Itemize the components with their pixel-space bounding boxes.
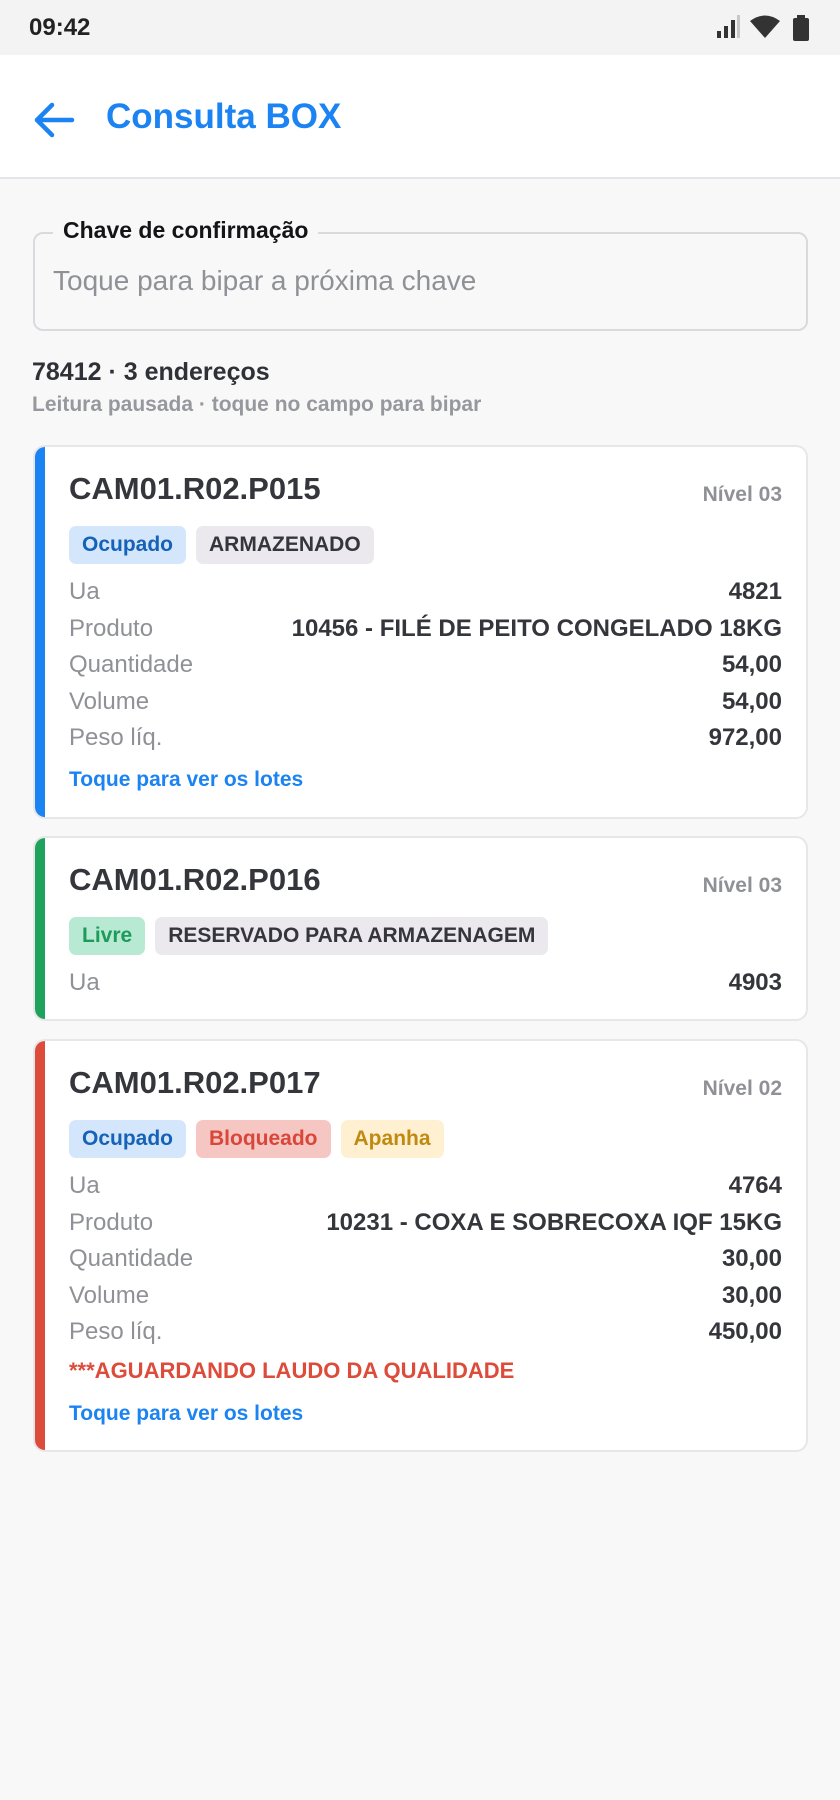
- arrow-left-icon: [34, 102, 75, 138]
- detail-row: Produto 10231 - COXA E SOBRECOXA IQF 15K…: [69, 1205, 782, 1242]
- wifi-icon: [750, 15, 780, 39]
- confirmation-key-input[interactable]: [53, 256, 788, 306]
- detail-row: Ua 4764: [69, 1168, 782, 1205]
- status-badge-occupied: Ocupado: [69, 526, 187, 564]
- row-label: Peso líq.: [69, 724, 163, 752]
- signal-icon: [716, 15, 740, 39]
- address-card[interactable]: CAM01.R02.P016 Nível 03 Livre RESERVADO …: [33, 836, 808, 1021]
- row-label: Produto: [69, 1208, 154, 1236]
- card-accent-bar: [35, 447, 45, 817]
- detail-rows: Ua 4821 Produto 10456 - FILÉ DE PEITO CO…: [69, 574, 782, 757]
- detail-row: Produto 10456 - FILÉ DE PEITO CONGELADO …: [69, 611, 782, 648]
- level-label: Nível 02: [702, 1077, 782, 1100]
- detail-row: Volume 54,00: [69, 684, 782, 721]
- row-value: 4821: [728, 578, 782, 606]
- status-badge-picking: Apanha: [340, 1120, 444, 1158]
- status-bar: 09:42: [0, 0, 840, 55]
- address-code: CAM01.R02.P017: [69, 1065, 321, 1100]
- row-value: 54,00: [721, 687, 782, 715]
- address-card[interactable]: CAM01.R02.P015 Nível 03 Ocupado ARMAZENA…: [33, 445, 808, 819]
- row-label: Quantidade: [69, 1245, 194, 1273]
- badge-group: Livre RESERVADO PARA ARMAZENAGEM: [69, 917, 549, 955]
- back-button[interactable]: [28, 93, 82, 147]
- row-value: 4903: [728, 969, 782, 997]
- address-card[interactable]: CAM01.R02.P017 Nível 02 Ocupado Bloquead…: [33, 1039, 808, 1452]
- card-accent-bar: [35, 1041, 45, 1450]
- view-lots-link[interactable]: Toque para ver os lotes: [69, 1402, 303, 1426]
- status-badge-reserved: RESERVADO PARA ARMAZENAGEM: [155, 917, 549, 955]
- view-lots-link[interactable]: Toque para ver os lotes: [69, 768, 303, 792]
- badge-group: Ocupado Bloqueado Apanha: [69, 1120, 444, 1158]
- address-code: CAM01.R02.P016: [69, 862, 321, 897]
- detail-row: Quantidade 54,00: [69, 647, 782, 684]
- confirmation-key-label: Chave de confirmação: [53, 217, 319, 244]
- row-value: 10231 - COXA E SOBRECOXA IQF 15KG: [326, 1208, 782, 1236]
- battery-icon: [792, 15, 810, 41]
- level-label: Nível 03: [702, 874, 782, 897]
- row-label: Quantidade: [69, 651, 194, 679]
- status-badge-occupied: Ocupado: [69, 1120, 187, 1158]
- row-label: Ua: [69, 969, 100, 997]
- detail-row: Volume 30,00: [69, 1278, 782, 1315]
- row-value: 4764: [728, 1172, 782, 1200]
- detail-rows: Ua 4764 Produto 10231 - COXA E SOBRECOXA…: [69, 1168, 782, 1351]
- row-label: Ua: [69, 1172, 100, 1200]
- row-value: 972,00: [708, 724, 782, 752]
- summary-status: Leitura pausada · toque no campo para bi…: [32, 393, 482, 416]
- confirmation-key-field[interactable]: Chave de confirmação: [33, 217, 808, 331]
- status-badge-stored: ARMAZENADO: [196, 526, 374, 564]
- detail-row: Quantidade 30,00: [69, 1241, 782, 1278]
- row-value: 54,00: [721, 651, 782, 679]
- badge-group: Ocupado ARMAZENADO: [69, 526, 374, 564]
- page-title: Consulta BOX: [106, 97, 342, 136]
- row-value: 10456 - FILÉ DE PEITO CONGELADO 18KG: [291, 614, 782, 642]
- detail-rows: Ua 4903: [69, 965, 782, 1002]
- level-label: Nível 03: [702, 483, 782, 506]
- detail-row: Peso líq. 450,00: [69, 1314, 782, 1351]
- status-badge-free: Livre: [69, 917, 146, 955]
- address-code: CAM01.R02.P015: [69, 471, 321, 506]
- row-value: 450,00: [708, 1318, 782, 1346]
- row-label: Ua: [69, 578, 100, 606]
- detail-row: Ua 4903: [69, 965, 782, 1002]
- summary-line: 78412 · 3 endereços: [32, 358, 270, 386]
- row-label: Volume: [69, 687, 150, 715]
- status-badge-blocked: Bloqueado: [196, 1120, 331, 1158]
- row-value: 30,00: [721, 1245, 782, 1273]
- detail-row: Peso líq. 972,00: [69, 720, 782, 757]
- row-value: 30,00: [721, 1281, 782, 1309]
- row-label: Produto: [69, 614, 154, 642]
- card-accent-bar: [35, 838, 45, 1019]
- detail-row: Ua 4821: [69, 574, 782, 611]
- status-time: 09:42: [29, 14, 91, 41]
- app-header: Consulta BOX: [0, 55, 840, 179]
- quality-warning: ***AGUARDANDO LAUDO DA QUALIDADE: [69, 1358, 515, 1383]
- row-label: Volume: [69, 1281, 150, 1309]
- row-label: Peso líq.: [69, 1318, 163, 1346]
